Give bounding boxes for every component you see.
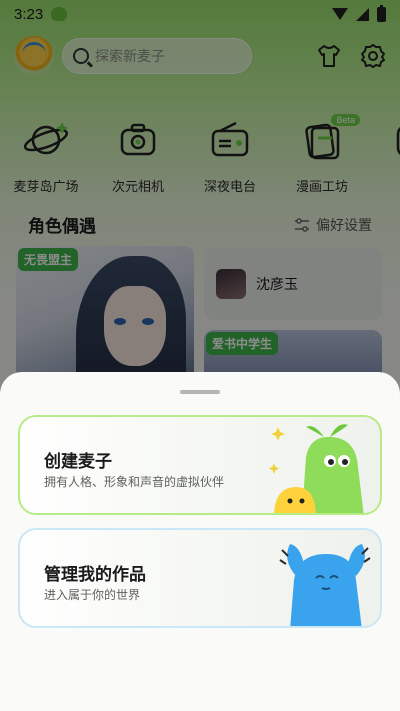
mascot-green-icon (268, 424, 364, 513)
create-title: 创建麦子 (44, 452, 112, 472)
mascot-blue-icon (279, 544, 371, 626)
sheet-handle[interactable] (180, 390, 220, 394)
manage-works-button[interactable]: 管理我的作品 进入属于你的世界 (18, 528, 382, 628)
create-subtitle: 拥有人格、形象和声音的虚拟伙伴 (44, 475, 225, 489)
manage-subtitle: 进入属于你的世界 (44, 588, 141, 602)
manage-title: 管理我的作品 (44, 565, 146, 585)
create-button[interactable]: 创建麦子 拥有人格、形象和声音的虚拟伙伴 (18, 415, 382, 515)
